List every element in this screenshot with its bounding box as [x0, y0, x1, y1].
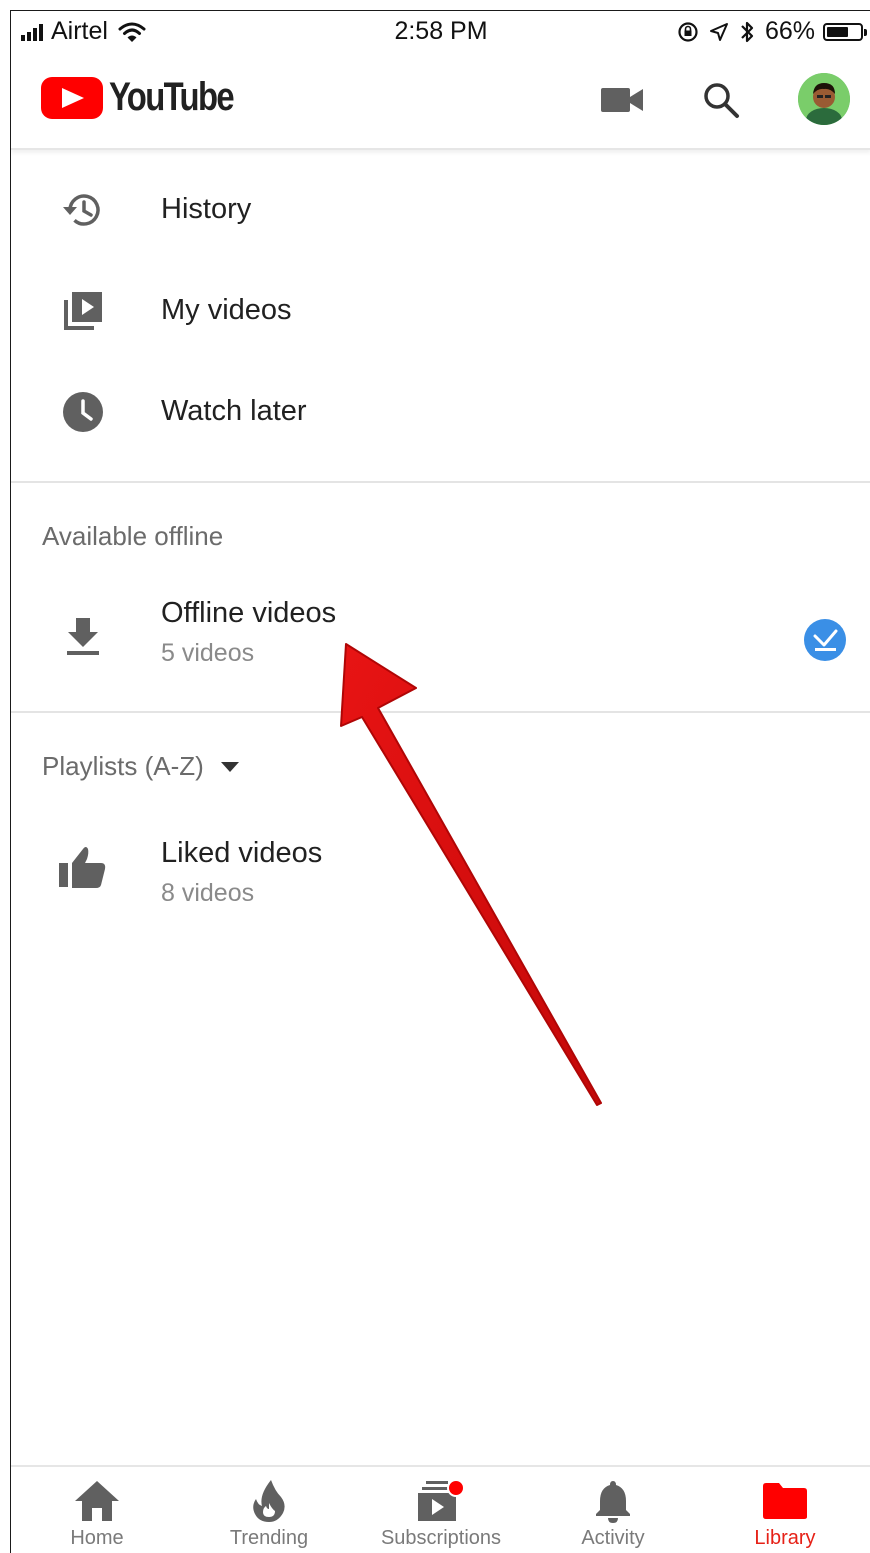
- playlists-header: Playlists (A-Z): [42, 751, 204, 781]
- battery-level: [827, 26, 849, 37]
- nav-home[interactable]: Home: [11, 1467, 183, 1553]
- nav-trending[interactable]: Trending: [183, 1467, 355, 1553]
- thumbs-up-icon: [59, 843, 107, 891]
- youtube-logo[interactable]: YouTube: [41, 75, 260, 120]
- screen: Airtel 2:58 PM 66% YouTube History My vi…: [10, 10, 870, 1553]
- watch-later-label: Watch later: [161, 395, 307, 427]
- my-videos-item[interactable]: My videos: [11, 261, 870, 361]
- home-icon: [11, 1479, 183, 1523]
- history-icon: [59, 186, 107, 234]
- my-videos-icon: [59, 287, 107, 335]
- nav-subscriptions[interactable]: Subscriptions: [355, 1467, 527, 1553]
- bluetooth-icon: [741, 21, 754, 42]
- nav-activity[interactable]: Activity: [527, 1467, 699, 1553]
- download-icon: [59, 613, 107, 661]
- battery-percent: 66%: [764, 17, 815, 45]
- offline-videos-title: Offline videos: [161, 597, 337, 629]
- avatar[interactable]: [798, 73, 850, 125]
- rotation-lock-icon: [678, 21, 698, 42]
- upload-video-button[interactable]: [597, 75, 647, 125]
- folder-icon: [699, 1479, 870, 1523]
- search-button[interactable]: [696, 75, 746, 125]
- dropdown-arrow-icon: [220, 761, 239, 772]
- nav-trending-label: Trending: [229, 1527, 309, 1549]
- liked-videos-item[interactable]: Liked videos 8 videos: [11, 813, 870, 933]
- history-label: History: [161, 193, 252, 225]
- video-camera-icon: [601, 88, 643, 112]
- bottom-nav: Home Trending Subscriptions Activity Lib…: [11, 1465, 870, 1553]
- status-bar: Airtel 2:58 PM 66%: [11, 11, 870, 53]
- nav-library[interactable]: Library: [699, 1467, 870, 1553]
- available-offline-header: Available offline: [42, 521, 224, 551]
- nav-library-label: Library: [754, 1527, 816, 1549]
- nav-activity-label: Activity: [581, 1527, 645, 1549]
- flame-icon: [183, 1479, 355, 1523]
- liked-videos-title: Liked videos: [161, 837, 323, 869]
- check-badge-icon: [804, 619, 846, 661]
- clock-icon: [59, 388, 107, 436]
- history-item[interactable]: History: [11, 160, 870, 260]
- location-icon: [709, 22, 728, 41]
- play-logo-icon: [41, 76, 103, 119]
- watch-later-item[interactable]: Watch later: [11, 362, 870, 462]
- divider: [11, 481, 870, 483]
- status-right: 66%: [677, 17, 867, 46]
- subscriptions-icon: [355, 1479, 527, 1523]
- logo-text: YouTube: [109, 75, 235, 119]
- offline-videos-item[interactable]: Offline videos 5 videos: [11, 583, 870, 703]
- divider: [11, 711, 870, 713]
- app-bar: YouTube: [11, 53, 870, 150]
- my-videos-label: My videos: [161, 294, 292, 326]
- battery-icon: [823, 22, 867, 41]
- nav-home-label: Home: [70, 1527, 124, 1549]
- offline-videos-count: 5 videos: [161, 639, 255, 667]
- nav-subscriptions-label: Subscriptions: [380, 1527, 502, 1549]
- liked-videos-count: 8 videos: [161, 879, 255, 907]
- playlists-sort-dropdown[interactable]: Playlists (A-Z): [42, 751, 240, 782]
- search-icon: [704, 83, 739, 118]
- bell-icon: [527, 1479, 699, 1523]
